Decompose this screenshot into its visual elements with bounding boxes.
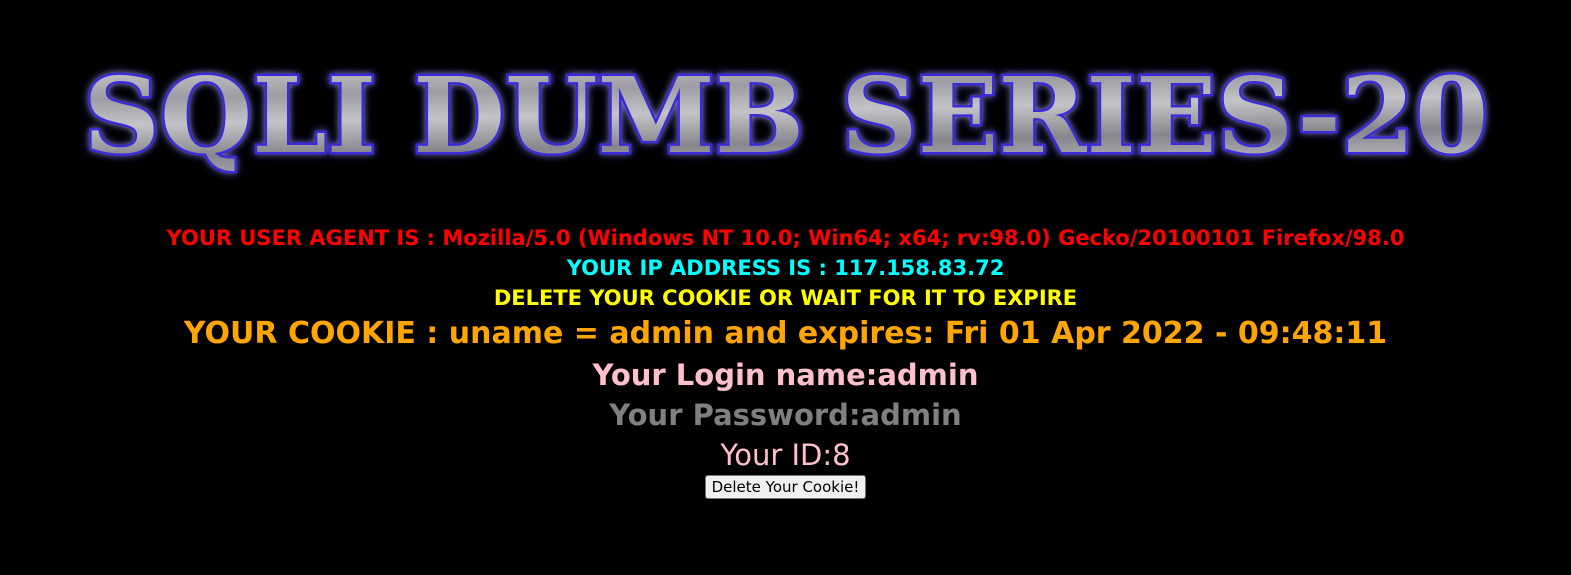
delete-cookie-form: Delete Your Cookie!	[0, 475, 1571, 499]
banner-logo: SQLI DUMB SERIES-20	[81, 52, 1491, 180]
user-id-text: Your ID:8	[720, 438, 851, 472]
cookie-info-text: YOUR COOKIE : uname = admin and expires:…	[183, 316, 1388, 351]
login-name-text: Your Login name:admin	[592, 358, 979, 392]
page: SQLI DUMB SERIES-20 YOUR USER AGENT IS :…	[0, 0, 1571, 575]
delete-cookie-button[interactable]: Delete Your Cookie!	[704, 475, 867, 499]
password-text: Your Password:admin	[609, 398, 962, 432]
banner-title: SQLI DUMB SERIES-20	[83, 54, 1488, 177]
user-agent-text: YOUR USER AGENT IS : Mozilla/5.0 (Window…	[166, 226, 1405, 250]
delete-cookie-notice: DELETE YOUR COOKIE OR WAIT FOR IT TO EXP…	[493, 286, 1078, 310]
ip-address-text: YOUR IP ADDRESS IS : 117.158.83.72	[566, 256, 1005, 280]
